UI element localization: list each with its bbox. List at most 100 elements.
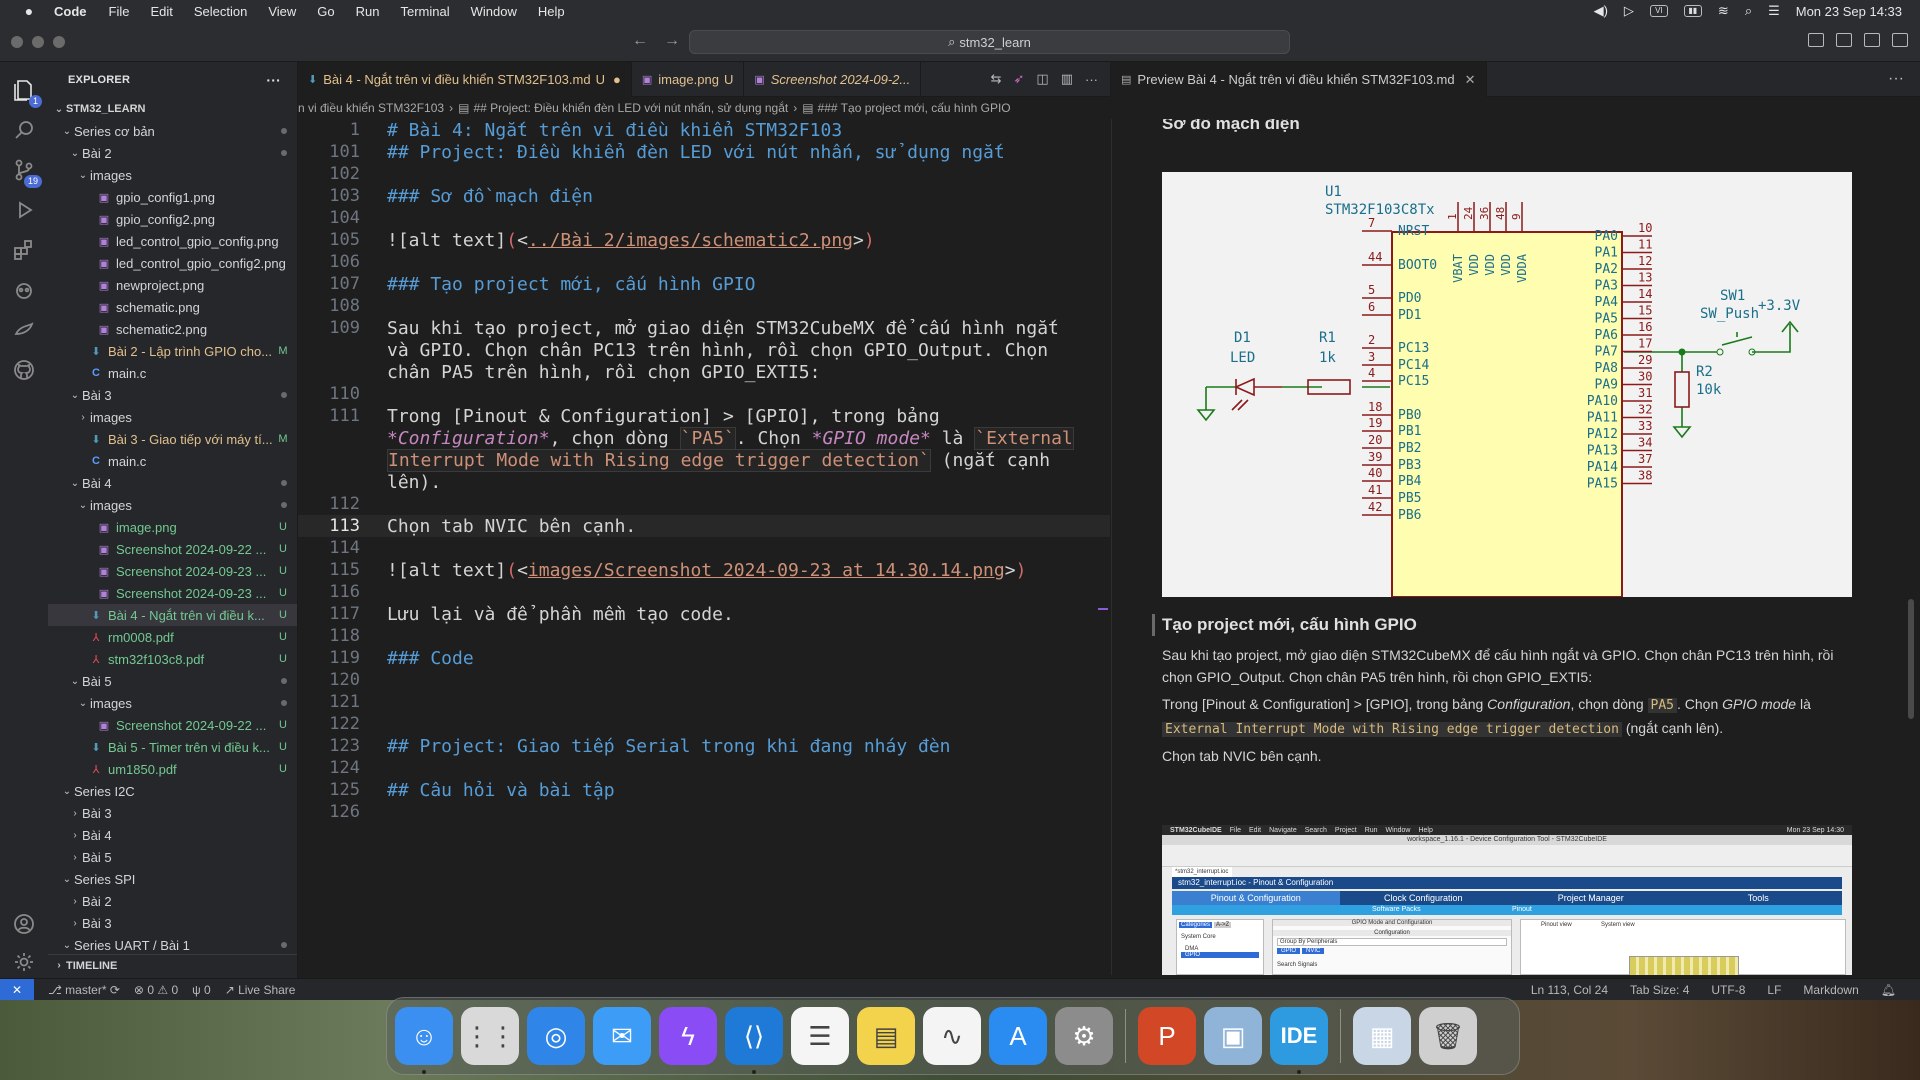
tree-file[interactable]: ▣ Screenshot 2024-09-23 ... U <box>48 582 297 604</box>
apple-logo-icon[interactable]: ● <box>20 3 38 19</box>
code-line[interactable]: 116 <box>298 581 1110 603</box>
code-line[interactable]: 119 ### Code <box>298 647 1110 669</box>
tree-file[interactable]: ▣ gpio_config2.png <box>48 208 297 230</box>
code-line[interactable]: và GPIO. Chọn chân PC13 trên hình, rồi c… <box>298 339 1110 361</box>
dock-preview-icon[interactable]: ▣ <box>1204 1007 1262 1065</box>
search-view-icon[interactable] <box>10 116 38 144</box>
close-tab-icon[interactable]: ✕ <box>1465 72 1476 88</box>
menubar-clock[interactable]: Mon 23 Sep 14:33 <box>1796 4 1902 19</box>
code-line[interactable]: 111 Trong [Pinout & Configuration] > [GPI… <box>298 405 1110 427</box>
tree-folder[interactable]: ⌄ Bài 5 <box>48 670 297 692</box>
menu-terminal[interactable]: Terminal <box>401 4 450 19</box>
tree-folder[interactable]: › Bài 3 <box>48 802 297 824</box>
tree-file[interactable]: ⅄ rm0008.pdf U <box>48 626 297 648</box>
code-line[interactable]: 115 ![alt text](<images/Screenshot 2024-0… <box>298 559 1110 581</box>
tree-file[interactable]: Cmain.c <box>48 362 297 384</box>
tree-file[interactable]: ▣ led_control_gpio_config2.png <box>48 252 297 274</box>
dock-notes-icon[interactable]: ▤ <box>857 1007 915 1065</box>
menu-help[interactable]: Help <box>538 4 565 19</box>
tree-file[interactable]: ⬇ Bài 2 - Lập trình GPIO cho... M <box>48 340 297 362</box>
manage-gear-icon[interactable] <box>10 948 38 976</box>
toggle-panel-icon[interactable] <box>1836 33 1852 47</box>
tree-file[interactable]: ▣ schematic2.png <box>48 318 297 340</box>
code-line[interactable]: lên). <box>298 471 1110 493</box>
cursor-position[interactable]: Ln 113, Col 24 <box>1531 983 1608 997</box>
notifications-bell-icon[interactable]: 🔔︎ <box>1881 983 1896 997</box>
tree-folder[interactable]: ⌄ images <box>48 164 297 186</box>
branch-status[interactable]: ⎇ master* ⟳ <box>48 983 120 997</box>
tree-folder[interactable]: ⌄ Bài 4 <box>48 472 297 494</box>
control-center-icon[interactable]: ☰ <box>1768 3 1780 19</box>
dock-messenger-icon[interactable]: ϟ <box>659 1007 717 1065</box>
markdown-editor[interactable]: 1 # Bài 4: Ngắt trên vi điều khiển STM32F… <box>298 119 1110 975</box>
menu-view[interactable]: View <box>268 4 296 19</box>
end-of-line[interactable]: LF <box>1767 983 1781 997</box>
tree-file[interactable]: ▣ Screenshot 2024-09-22 ... U <box>48 538 297 560</box>
tree-folder[interactable]: › Bài 4 <box>48 824 297 846</box>
tree-file[interactable]: ▣ Screenshot 2024-09-23 ... U <box>48 560 297 582</box>
menu-run[interactable]: Run <box>356 4 380 19</box>
code-line[interactable]: 102 <box>298 163 1110 185</box>
more-actions-icon[interactable]: ··· <box>266 72 281 88</box>
preview-scrollbar[interactable] <box>1908 599 1914 719</box>
tree-folder[interactable]: ⌄ images <box>48 692 297 714</box>
app-menu-code[interactable]: Code <box>54 4 87 19</box>
tree-folder[interactable]: ⌄ Series I2C <box>48 780 297 802</box>
tab-screenshot-preview[interactable]: ▣ Screenshot 2024-09-2... <box>744 62 922 97</box>
split-editor-icon[interactable]: ▥ <box>1061 71 1073 87</box>
tree-file[interactable]: ▣ Screenshot 2024-09-22 ... U <box>48 714 297 736</box>
code-line[interactable]: 125 ## Câu hỏi và bài tập <box>298 779 1110 801</box>
toggle-secondary-sidebar-icon[interactable] <box>1864 33 1880 47</box>
open-preview-to-side-icon[interactable]: ◫ <box>1036 71 1048 87</box>
code-line[interactable]: Interrupt Mode with Rising edge trigger … <box>298 448 1110 472</box>
volume-icon[interactable]: ◀) <box>1594 3 1608 19</box>
code-line[interactable]: 126 <box>298 801 1110 823</box>
dock-finder-icon[interactable]: ☺ <box>395 1007 453 1074</box>
code-line[interactable]: 117 Lưu lại và để phần mềm tạo code. <box>298 603 1110 625</box>
forward-arrow-icon[interactable]: → <box>664 32 680 50</box>
tree-file[interactable]: ▣ led_control_gpio_config.png <box>48 230 297 252</box>
dock-system-settings-icon[interactable]: ⚙ <box>1055 1007 1113 1065</box>
tree-folder[interactable]: › images <box>48 406 297 428</box>
code-line[interactable]: 113 Chọn tab NVIC bên cạnh. <box>298 515 1110 537</box>
back-arrow-icon[interactable]: ← <box>632 32 648 50</box>
tree-file[interactable]: ▣ gpio_config1.png <box>48 186 297 208</box>
breadcrumb-heading3[interactable]: ### Tạo project mới, cấu hình GPIO <box>818 101 1011 115</box>
rocket-icon[interactable]: ➶ <box>1014 71 1025 87</box>
tree-folder[interactable]: ⌄ images <box>48 494 297 516</box>
input-source-icon[interactable]: VI <box>1649 5 1668 17</box>
dock-documents-icon[interactable]: ▦ <box>1353 1007 1411 1065</box>
tree-folder[interactable]: › Bài 3 <box>48 912 297 934</box>
dock-reminders-icon[interactable]: ☰ <box>791 1007 849 1065</box>
code-line[interactable]: 103 ### Sơ đồ mạch điện <box>298 185 1110 207</box>
menu-file[interactable]: File <box>109 4 130 19</box>
toggle-primary-sidebar-icon[interactable] <box>1808 33 1824 47</box>
more-actions-icon[interactable]: ··· <box>1888 62 1920 96</box>
tab-bai4-md[interactable]: ⬇ Bài 4 - Ngắt trên vi điều khiển STM32F… <box>298 62 632 97</box>
more-actions-icon[interactable]: ··· <box>1085 72 1098 87</box>
tree-file[interactable]: ⅄ um1850.pdf U <box>48 758 297 780</box>
dock-launchpad-icon[interactable]: ⋮⋮ <box>461 1007 519 1065</box>
code-line[interactable]: 120 <box>298 669 1110 691</box>
code-line[interactable]: *Configuration*, chọn dòng `PA5`. Chọn *… <box>298 426 1110 450</box>
code-line[interactable]: 101 ## Project: Điều khiển đèn LED với nú… <box>298 141 1110 163</box>
wifi-icon[interactable]: ≋ <box>1718 3 1729 19</box>
code-line[interactable]: chân PA5 trên hình, rồi chọn GPIO_EXTI5: <box>298 361 1110 383</box>
liveshare-status[interactable]: ↗ Live Share <box>225 983 296 997</box>
play-icon[interactable]: ▷ <box>1624 3 1634 19</box>
command-center-search[interactable]: ⌕ stm32_learn <box>689 30 1290 54</box>
code-line[interactable]: 112 <box>298 493 1110 515</box>
tree-file[interactable]: ▣ schematic.png <box>48 296 297 318</box>
code-line[interactable]: 122 <box>298 713 1110 735</box>
tree-file[interactable]: ⬇ Bài 5 - Timer trên vi điều k... U <box>48 736 297 758</box>
battery-icon[interactable]: ▮▮ <box>1683 5 1702 17</box>
source-control-icon[interactable]: 19 <box>10 156 42 188</box>
dock-trash-icon[interactable]: 🗑 <box>1419 1007 1477 1065</box>
accounts-icon[interactable] <box>10 910 38 938</box>
tree-file[interactable]: ⬇ Bài 3 - Giao tiếp với máy tí... M <box>48 428 297 450</box>
problems-status[interactable]: ⊗ 0 ⚠ 0 <box>134 983 178 997</box>
tree-folder[interactable]: ⌄ Bài 3 <box>48 384 297 406</box>
code-line[interactable]: 114 <box>298 537 1110 559</box>
tree-folder[interactable]: › Bài 2 <box>48 890 297 912</box>
code-line[interactable]: 1 # Bài 4: Ngắt trên vi điều khiển STM32F… <box>298 119 1110 141</box>
